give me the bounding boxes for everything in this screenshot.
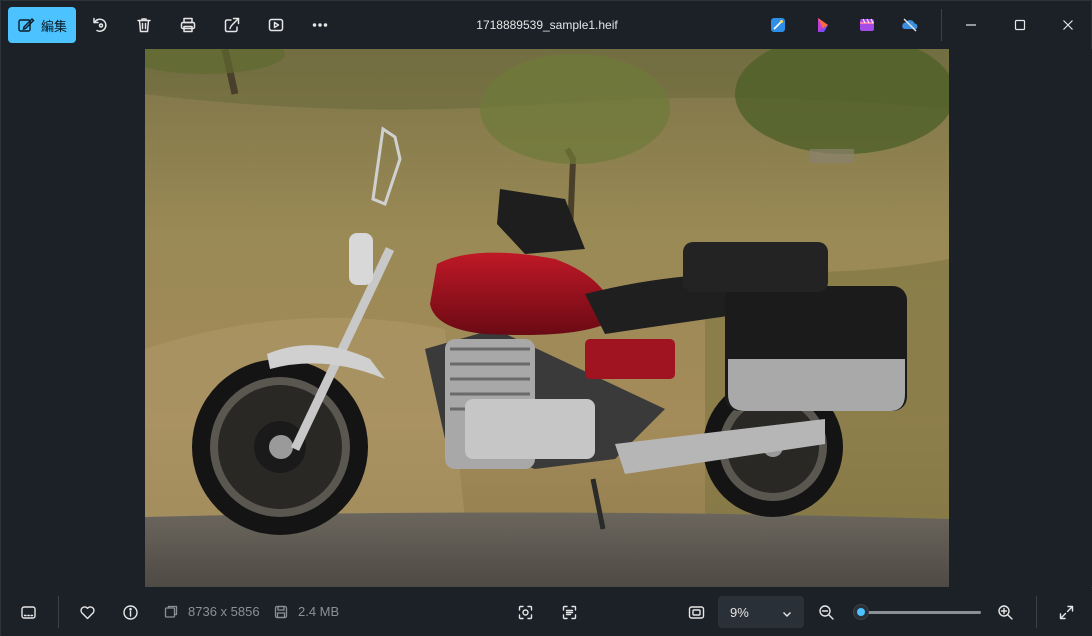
zoom-level-dropdown[interactable]: 9% (718, 596, 804, 628)
fit-screen-icon (688, 605, 704, 619)
status-bar: 8736 x 5856 2.4 MB 9% (1, 588, 1092, 636)
visual-search-icon (518, 605, 532, 619)
close-button[interactable] (1056, 13, 1080, 37)
photo-viewer[interactable] (1, 49, 1092, 587)
status-separator (58, 596, 59, 628)
designer-button[interactable] (768, 15, 788, 35)
designer-icon (771, 18, 785, 32)
slideshow-icon (268, 18, 284, 32)
photo-image (145, 49, 949, 587)
delete-button[interactable] (132, 13, 156, 37)
close-icon (1063, 20, 1073, 30)
filmstrip-toggle-button[interactable] (17, 601, 39, 623)
share-button[interactable] (220, 13, 244, 37)
fit-to-window-button[interactable] (685, 601, 707, 623)
photos-icon (860, 18, 874, 31)
rotate-button[interactable] (88, 13, 112, 37)
info-icon (122, 604, 138, 620)
title-bar: 編集 1718889539_sample1.heif (1, 1, 1092, 49)
clipchamp-button[interactable] (813, 15, 833, 35)
print-button[interactable] (176, 13, 200, 37)
toolbar-separator (941, 9, 942, 41)
text-scan-icon (562, 605, 576, 619)
zoom-slider-track (853, 611, 981, 614)
onedrive-icon (902, 18, 918, 32)
onedrive-button[interactable] (900, 15, 920, 35)
full-screen-button[interactable] (1055, 601, 1077, 623)
image-dimensions: 8736 x 5856 (188, 604, 260, 619)
expand-icon (1059, 605, 1073, 619)
zoom-in-button[interactable] (994, 601, 1016, 623)
edit-icon (18, 18, 35, 32)
zoom-slider[interactable] (853, 604, 983, 620)
resolution-icon (164, 605, 178, 619)
zoom-out-button[interactable] (815, 601, 837, 623)
motorcycle-photo (145, 49, 949, 587)
maximize-icon (1014, 19, 1026, 31)
filmstrip-icon (20, 605, 36, 619)
zoom-out-icon (818, 604, 834, 620)
clipchamp-icon (818, 18, 828, 32)
photos-app-button[interactable] (857, 15, 877, 35)
more-icon (312, 23, 328, 27)
print-icon (180, 17, 196, 33)
status-separator (1036, 596, 1037, 628)
visual-search-button[interactable] (514, 601, 536, 623)
slideshow-button[interactable] (264, 13, 288, 37)
zoom-level-value: 9% (730, 604, 749, 620)
file-size-icon (274, 605, 288, 619)
text-scan-button[interactable] (558, 601, 580, 623)
share-icon (224, 17, 240, 33)
rotate-icon (93, 17, 107, 32)
maximize-button[interactable] (1008, 13, 1032, 37)
favorite-button[interactable] (76, 601, 98, 623)
chevron-down-icon (782, 607, 792, 617)
edit-button-label: 編集 (40, 18, 67, 34)
minimize-icon (966, 24, 976, 26)
heart-icon (79, 605, 95, 619)
file-size: 2.4 MB (298, 604, 340, 619)
zoom-slider-thumb[interactable] (853, 604, 869, 620)
edit-button[interactable]: 編集 (8, 7, 76, 43)
window-title: 1718889539_sample1.heif (476, 18, 618, 32)
file-info-button[interactable] (119, 601, 141, 623)
more-button[interactable] (308, 13, 332, 37)
photos-window: 編集 1718889539_sample1.heif 8736 x 5856 2… (0, 0, 1092, 636)
delete-icon (137, 18, 151, 33)
minimize-button[interactable] (959, 13, 983, 37)
zoom-in-icon (997, 604, 1013, 620)
